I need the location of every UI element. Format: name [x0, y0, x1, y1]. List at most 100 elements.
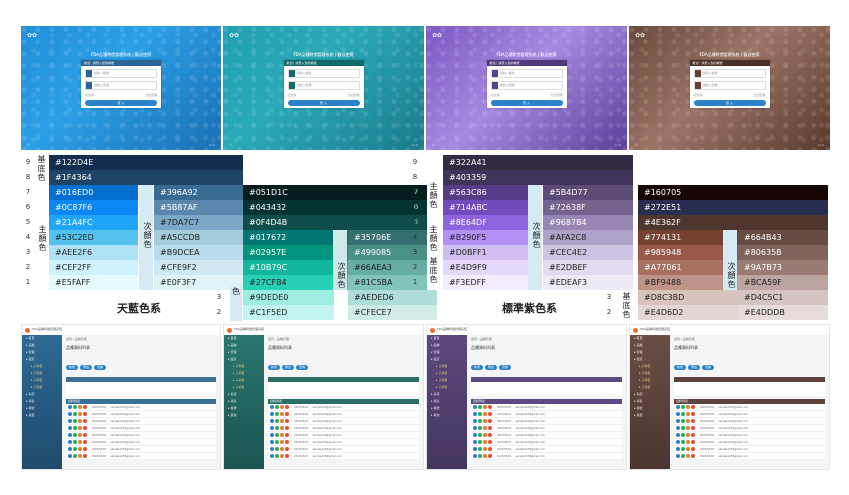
action-icon[interactable]: [78, 419, 82, 423]
action-icon[interactable]: [285, 419, 289, 423]
action-icon[interactable]: [691, 447, 695, 451]
action-icon[interactable]: [73, 440, 77, 444]
action-icon[interactable]: [473, 419, 477, 423]
sidebar-item[interactable]: ▸ 設定: [630, 356, 670, 363]
action-icon[interactable]: [68, 454, 72, 458]
action-icon[interactable]: [285, 440, 289, 444]
action-icon[interactable]: [78, 412, 82, 416]
password-field[interactable]: 請輸入密碼: [693, 81, 766, 90]
action-icon[interactable]: [280, 440, 284, 444]
action-icon[interactable]: [483, 454, 487, 458]
login-button[interactable]: 登 入: [693, 100, 766, 106]
action-icon[interactable]: [473, 447, 477, 451]
action-icon[interactable]: [270, 440, 274, 444]
sidebar-item[interactable]: ▸ 管理: [22, 349, 62, 356]
action-icon[interactable]: [681, 412, 685, 416]
sidebar-item[interactable]: ▸ 管理: [224, 349, 264, 356]
action-icon[interactable]: [83, 405, 87, 409]
login-button[interactable]: 登 入: [287, 100, 360, 106]
action-icon[interactable]: [83, 433, 87, 437]
action-icon[interactable]: [473, 454, 477, 458]
action-icon[interactable]: [275, 426, 279, 430]
sidebar-item[interactable]: ▸ 首頁: [224, 335, 264, 342]
action-icon[interactable]: [78, 433, 82, 437]
sidebar-item[interactable]: ▸ 其他: [22, 412, 62, 419]
action-icon[interactable]: [488, 412, 492, 416]
action-icon[interactable]: [285, 412, 289, 416]
login-button[interactable]: 登 入: [490, 100, 563, 106]
remember-checkbox[interactable]: 記住我: [288, 93, 297, 97]
action-icon[interactable]: [473, 426, 477, 430]
sidebar-item[interactable]: ▸ 管理: [427, 349, 467, 356]
action-icon[interactable]: [280, 412, 284, 416]
action-icon[interactable]: [83, 412, 87, 416]
action-icon[interactable]: [681, 405, 685, 409]
sidebar-item[interactable]: ▸ 品種: [22, 342, 62, 349]
action-icon[interactable]: [483, 440, 487, 444]
sidebar-item[interactable]: ▸ 首頁: [630, 335, 670, 342]
toolbar-button[interactable]: 新增: [471, 365, 484, 370]
action-icon[interactable]: [78, 440, 82, 444]
sidebar-item[interactable]: ▸ 系統: [630, 391, 670, 398]
forgot-link[interactable]: 忘記密碼: [753, 93, 765, 97]
action-icon[interactable]: [488, 405, 492, 409]
action-icon[interactable]: [280, 419, 284, 423]
action-icon[interactable]: [68, 412, 72, 416]
action-icon[interactable]: [73, 419, 77, 423]
sidebar-item[interactable]: ▸ 品種: [630, 342, 670, 349]
sidebar-item[interactable]: ▸ 管理: [630, 349, 670, 356]
action-icon[interactable]: [275, 454, 279, 458]
action-icon[interactable]: [280, 426, 284, 430]
action-icon[interactable]: [681, 419, 685, 423]
action-icon[interactable]: [270, 405, 274, 409]
action-icon[interactable]: [681, 454, 685, 458]
action-icon[interactable]: [676, 419, 680, 423]
sidebar-item[interactable]: ▸ 設定: [224, 356, 264, 363]
sidebar-item[interactable]: ▸ 報表: [22, 398, 62, 405]
action-icon[interactable]: [686, 412, 690, 416]
action-icon[interactable]: [275, 405, 279, 409]
sidebar-item[interactable]: ▸ 子項目: [22, 384, 62, 391]
sidebar-item[interactable]: ▸ 報表: [427, 398, 467, 405]
sidebar-item[interactable]: ▸ 報表: [224, 398, 264, 405]
action-icon[interactable]: [488, 433, 492, 437]
action-icon[interactable]: [676, 405, 680, 409]
sidebar-item[interactable]: ▸ 系統: [22, 391, 62, 398]
toolbar-button[interactable]: 新增: [268, 365, 281, 370]
action-icon[interactable]: [83, 440, 87, 444]
action-icon[interactable]: [686, 440, 690, 444]
action-icon[interactable]: [83, 419, 87, 423]
password-field[interactable]: 請輸入密碼: [287, 81, 360, 90]
action-icon[interactable]: [83, 426, 87, 430]
password-field[interactable]: 請輸入密碼: [85, 81, 157, 90]
action-icon[interactable]: [83, 454, 87, 458]
action-icon[interactable]: [275, 433, 279, 437]
toolbar-button[interactable]: 匯出: [688, 365, 701, 370]
action-icon[interactable]: [280, 447, 284, 451]
sidebar-item[interactable]: ▸ 帳號: [224, 405, 264, 412]
toolbar-button[interactable]: 查詢: [296, 365, 309, 370]
action-icon[interactable]: [676, 454, 680, 458]
remember-checkbox[interactable]: 記住我: [694, 93, 703, 97]
sidebar-item[interactable]: ▸ 子項目: [22, 363, 62, 370]
action-icon[interactable]: [691, 412, 695, 416]
action-icon[interactable]: [676, 426, 680, 430]
sidebar-item[interactable]: ▸ 子項目: [630, 363, 670, 370]
action-icon[interactable]: [73, 447, 77, 451]
action-icon[interactable]: [270, 433, 274, 437]
action-icon[interactable]: [78, 454, 82, 458]
toolbar-button[interactable]: 匯出: [80, 365, 93, 370]
action-icon[interactable]: [68, 426, 72, 430]
action-icon[interactable]: [691, 454, 695, 458]
sidebar-item[interactable]: ▸ 品種: [427, 342, 467, 349]
action-icon[interactable]: [686, 447, 690, 451]
sidebar-item[interactable]: ▸ 首頁: [427, 335, 467, 342]
username-field[interactable]: 請輸入帳號: [490, 69, 563, 78]
action-icon[interactable]: [285, 433, 289, 437]
action-icon[interactable]: [478, 447, 482, 451]
sidebar-item[interactable]: ▸ 帳號: [22, 405, 62, 412]
sidebar-item[interactable]: ▸ 子項目: [22, 370, 62, 377]
toolbar-button[interactable]: 新增: [674, 365, 687, 370]
action-icon[interactable]: [676, 447, 680, 451]
sidebar-item[interactable]: ▸ 子項目: [224, 370, 264, 377]
